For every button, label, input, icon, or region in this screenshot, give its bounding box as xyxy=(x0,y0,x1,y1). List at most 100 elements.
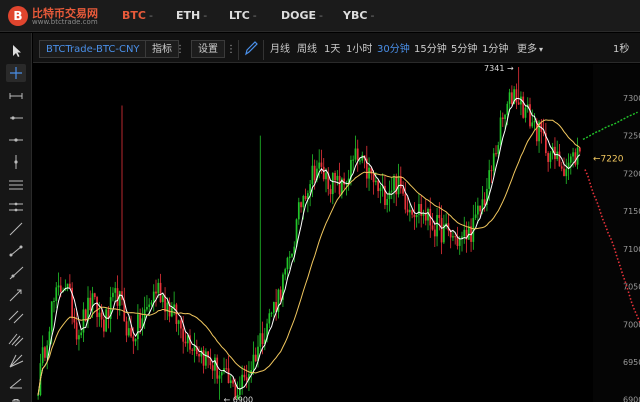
tab-ybc[interactable]: YBC - xyxy=(343,9,374,22)
candle-body xyxy=(318,162,321,169)
y-tick-label: 7000 xyxy=(623,320,640,329)
candle-body xyxy=(511,92,513,105)
price-axis xyxy=(593,64,640,402)
candle-body xyxy=(404,193,407,210)
fibonacci-icon[interactable] xyxy=(6,330,26,348)
candle-body xyxy=(157,282,160,294)
candle-body xyxy=(352,159,355,161)
candle-body xyxy=(399,176,402,189)
candle-body xyxy=(479,205,481,212)
ray-line-icon[interactable] xyxy=(6,264,26,282)
candle-body xyxy=(452,236,454,238)
settings-button[interactable]: 设置 xyxy=(191,40,225,58)
y-tick-label: 6950 xyxy=(623,358,640,367)
tab-ltc[interactable]: LTC - xyxy=(229,9,257,22)
y-tick-label: 7150 xyxy=(623,207,640,216)
candle-body xyxy=(288,256,291,258)
candle-body xyxy=(579,147,581,152)
gann-fan-icon[interactable] xyxy=(6,352,26,370)
candle-body xyxy=(297,202,300,220)
candle-body xyxy=(291,253,293,257)
candle-body xyxy=(286,257,289,270)
trend-line-icon[interactable] xyxy=(6,220,26,238)
drawing-toolbar xyxy=(0,33,32,402)
candle-body xyxy=(82,309,85,333)
candle-body xyxy=(229,380,232,384)
candle-body xyxy=(137,314,139,340)
cursor-arrow-icon[interactable] xyxy=(6,42,26,60)
candle-body xyxy=(261,333,264,345)
candle-body xyxy=(218,375,221,379)
candle-body xyxy=(227,368,230,384)
interval-5m[interactable]: 5分钟 xyxy=(451,41,477,59)
horizontal-ray-icon[interactable] xyxy=(6,109,26,127)
candle-body xyxy=(458,238,461,246)
price-channel-icon[interactable] xyxy=(6,176,26,194)
high-price-label: 7341 → xyxy=(484,64,514,73)
candle-body xyxy=(89,297,92,311)
candle-body xyxy=(69,283,71,288)
candle-body xyxy=(112,292,114,298)
candle-body xyxy=(431,225,434,230)
candle-body xyxy=(474,214,477,218)
candle-body xyxy=(454,236,457,238)
interval-month[interactable]: 月线 xyxy=(270,41,290,59)
settings-more-icon[interactable]: ⋮ xyxy=(226,40,236,60)
candle-body xyxy=(198,353,200,357)
interval-1d[interactable]: 1天 xyxy=(324,41,340,59)
candle-body xyxy=(336,175,339,181)
candle-body xyxy=(379,188,382,192)
horizontal-segment-icon[interactable] xyxy=(6,87,26,105)
symbol-selector[interactable]: BTCTrade-BTC-CNY xyxy=(39,40,147,58)
candle-body xyxy=(80,332,83,336)
interval-week[interactable]: 周线 xyxy=(297,41,317,59)
indicators-button[interactable]: 指标 xyxy=(145,40,179,58)
arrow-line-icon[interactable] xyxy=(6,286,26,304)
vertical-line-icon[interactable] xyxy=(6,153,26,171)
refresh-interval-label[interactable]: 1秒 xyxy=(613,41,629,59)
horizontal-line-icon[interactable] xyxy=(6,131,26,149)
candle-body xyxy=(522,96,525,118)
candle-body xyxy=(300,202,302,208)
candle-body xyxy=(304,196,307,200)
current-price-label: ←7220 xyxy=(593,154,624,164)
trash-icon[interactable] xyxy=(6,396,26,402)
interval-15m[interactable]: 15分钟 xyxy=(414,41,447,59)
interval-1h[interactable]: 1小时 xyxy=(346,41,372,59)
candle-body xyxy=(44,347,46,358)
candle-body xyxy=(533,120,536,123)
tab-eth[interactable]: ETH - xyxy=(176,9,207,22)
candle-body xyxy=(173,304,175,308)
logo[interactable]: B 比特币交易网 www.btctrade.com xyxy=(8,4,128,28)
candle-body xyxy=(565,169,568,177)
more-dropdown[interactable]: 更多 ▾ xyxy=(517,41,543,59)
candle-body xyxy=(495,153,497,155)
candle-body xyxy=(490,170,493,172)
chart-toolbar: BTCTrade-BTC-CNY 指标 ⋮ 设置 ⋮ 月线 周线 1天 1小时 … xyxy=(33,33,640,63)
price-chart[interactable]: 7300 7250 7200 7150 7100 7050 7000 6950 6900 7341… xyxy=(33,64,640,402)
candle-body xyxy=(322,166,325,180)
candle-body xyxy=(75,322,78,340)
candle-body xyxy=(116,288,119,306)
candle-body xyxy=(214,357,216,371)
angle-tool-icon[interactable] xyxy=(6,374,26,392)
y-tick-label: 7050 xyxy=(623,283,640,292)
indicators-more-icon[interactable]: ⋮ xyxy=(175,40,185,60)
candle-body xyxy=(161,295,164,303)
candle-body xyxy=(184,341,187,344)
tab-doge[interactable]: DOGE - xyxy=(281,9,323,22)
interval-1m[interactable]: 1分钟 xyxy=(482,41,508,59)
tab-btc[interactable]: BTC - xyxy=(122,9,153,22)
candle-body xyxy=(105,309,107,332)
candle-body xyxy=(427,208,429,221)
crosshair-icon[interactable] xyxy=(6,64,26,82)
parallel-channel-icon[interactable] xyxy=(6,308,26,326)
trend-segment-icon[interactable] xyxy=(6,242,26,260)
candle-body xyxy=(488,170,491,189)
interval-30m[interactable]: 30分钟 xyxy=(377,41,410,59)
candle-body xyxy=(202,350,205,366)
candle-body xyxy=(37,394,39,396)
candle-body xyxy=(483,199,486,205)
pencil-icon[interactable] xyxy=(243,39,259,59)
parallel-lines-icon[interactable] xyxy=(6,198,26,216)
